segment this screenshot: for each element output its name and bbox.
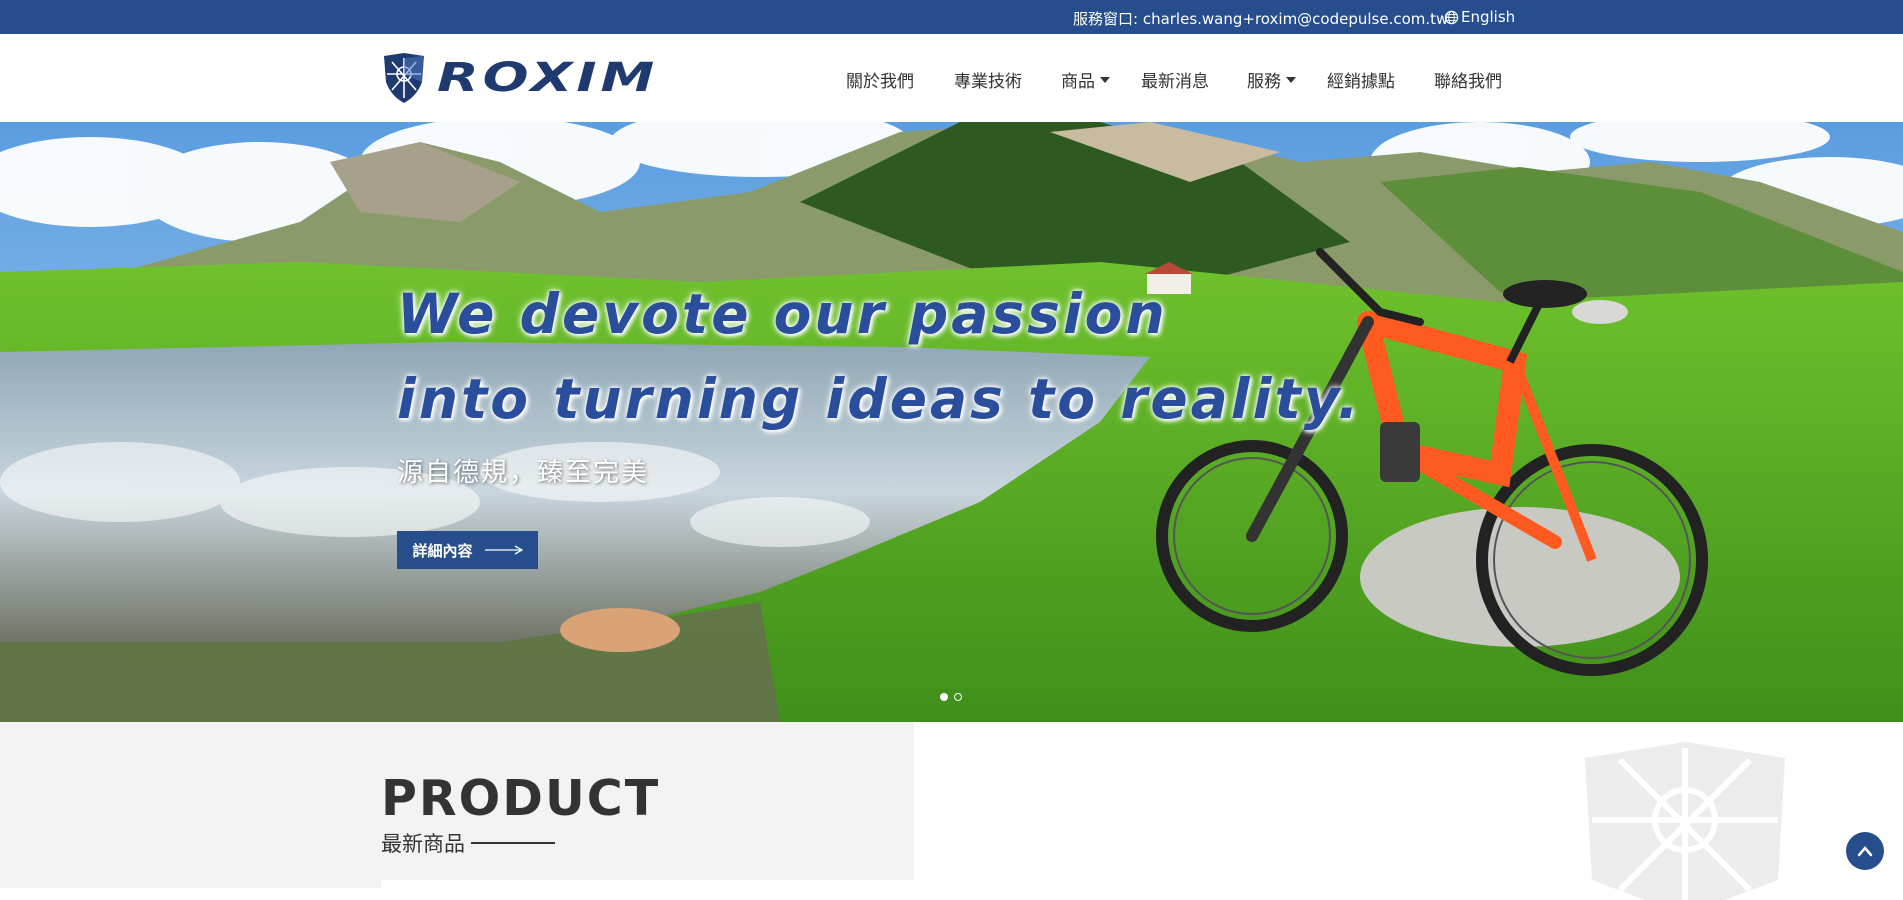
chevron-up-icon [1857, 846, 1873, 857]
arrow-right-icon [484, 545, 523, 555]
nav-label: 經銷據點 [1327, 72, 1395, 92]
nav-label: 聯絡我們 [1434, 72, 1502, 92]
hero-details-label: 詳細內容 [412, 541, 473, 560]
hero-banner: We devote our passion into turning ideas… [0, 122, 1903, 722]
nav-label: 服務 [1247, 72, 1281, 92]
hero-details-button[interactable]: 詳細內容 [397, 531, 538, 569]
nav-item-contact[interactable]: 聯絡我們 [1434, 67, 1502, 92]
shield-watermark-icon [1585, 742, 1785, 900]
nav-label: 最新消息 [1141, 72, 1209, 92]
back-to-top-button[interactable] [1846, 832, 1884, 870]
site-header: ROXIM 關於我們 專業技術 商品 最新消息 服務 經銷據點 聯絡我們 [0, 34, 1903, 122]
nav-item-service[interactable]: 服務 [1247, 67, 1296, 92]
product-section-subtitle: 最新商品 [381, 828, 555, 858]
caret-down-icon [1286, 76, 1296, 83]
service-contact[interactable]: 服務窗口: charles.wang+roxim@codepulse.com.t… [1073, 8, 1448, 29]
nav-item-products[interactable]: 商品 [1061, 67, 1110, 92]
hero-headline-line1: We devote our passion [397, 282, 1168, 346]
language-label: English [1461, 8, 1516, 26]
product-card[interactable] [381, 880, 941, 888]
brand-wordmark: ROXIM [437, 55, 659, 101]
product-subtitle-text: 最新商品 [381, 832, 465, 856]
nav-item-news[interactable]: 最新消息 [1141, 67, 1209, 92]
nav-label: 專業技術 [954, 72, 1022, 92]
subtitle-rule [471, 842, 555, 844]
slider-dot[interactable] [954, 693, 962, 701]
nav-label: 關於我們 [846, 72, 914, 92]
top-service-bar: 服務窗口: charles.wang+roxim@codepulse.com.t… [0, 0, 1903, 34]
caret-down-icon [1100, 76, 1110, 83]
language-switch[interactable]: English [1444, 8, 1515, 26]
nav-label: 商品 [1061, 72, 1095, 92]
nav-item-about[interactable]: 關於我們 [846, 67, 914, 92]
slider-dots [940, 693, 962, 701]
brand-logo[interactable]: ROXIM [381, 52, 654, 104]
product-section-title: PRODUCT [381, 770, 661, 827]
slider-dot[interactable] [940, 693, 948, 701]
hero-subtitle: 源自德規，臻至完美 [397, 458, 650, 488]
nav-item-technology[interactable]: 專業技術 [954, 67, 1022, 92]
shield-logo-icon [384, 53, 424, 103]
nav-item-dealers[interactable]: 經銷據點 [1327, 67, 1395, 92]
hero-headline-line2: into turning ideas to reality. [397, 367, 1362, 431]
globe-icon [1444, 10, 1459, 24]
